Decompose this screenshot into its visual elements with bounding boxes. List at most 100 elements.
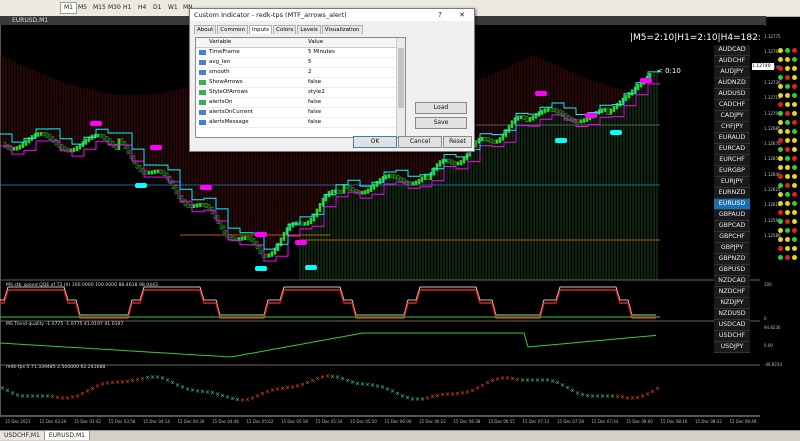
tab-about[interactable]: About: [194, 25, 217, 34]
cyan-signal-marker: [610, 130, 622, 135]
chart-tab[interactable]: USDCHF,M1: [0, 431, 45, 440]
trend-quality-line: [0, 332, 657, 358]
signal-dot: [778, 165, 783, 170]
tab-levels[interactable]: Levels: [297, 25, 321, 34]
input-row[interactable]: alertsMessage false: [196, 118, 405, 128]
signal-dot: [778, 147, 783, 152]
variable-name: TimeFrame: [209, 49, 240, 55]
symbol-gbpchf[interactable]: GBPCHF: [714, 232, 750, 243]
symbol-audjpy[interactable]: AUDJPY: [714, 67, 750, 78]
signal-dot: [785, 255, 790, 260]
timeframe-h1[interactable]: H1: [120, 2, 134, 14]
time-tick: 15 Dec 03:58: [108, 419, 136, 424]
signal-dot: [778, 246, 783, 251]
symbol-gbpnzd[interactable]: GBPNZD: [714, 254, 750, 265]
signal-dot: [785, 219, 790, 224]
timeframe-w1[interactable]: W1: [165, 2, 181, 14]
symbol-eurjpy[interactable]: EURJPY: [714, 177, 750, 188]
symbol-usdjpy[interactable]: USDJPY: [714, 342, 750, 353]
time-tick: 15 Dec 04:46: [212, 419, 239, 424]
variable-value[interactable]: false: [308, 108, 321, 117]
input-row[interactable]: alertsOn false: [196, 98, 405, 108]
symbol-audusd[interactable]: AUDUSD: [714, 89, 750, 100]
signal-dot: [778, 255, 783, 260]
symbol-nzdchf[interactable]: NZDCHF: [714, 287, 750, 298]
signal-dot: [778, 111, 783, 116]
parameter-type-icon: [199, 80, 206, 85]
variable-value[interactable]: 5 Minutes: [308, 48, 335, 57]
symbol-nzdusd[interactable]: NZDUSD: [714, 309, 750, 320]
time-tick: 15 Dec 04:30: [177, 419, 205, 424]
ok-button[interactable]: OK: [353, 136, 397, 148]
signal-dot: [778, 84, 783, 89]
signal-dot: [778, 192, 783, 197]
qqe-line: [0, 286, 656, 316]
symbol-gbpusd[interactable]: GBPUSD: [714, 265, 750, 276]
variable-value[interactable]: 5: [308, 58, 312, 67]
symbol-chfjpy[interactable]: CHFJPY: [714, 122, 750, 133]
input-row[interactable]: ShowArrows false: [196, 78, 405, 88]
symbol-eurgbp[interactable]: EURGBP: [714, 166, 750, 177]
parameter-type-icon: [199, 120, 206, 125]
close-button[interactable]: ✕: [456, 10, 468, 20]
magenta-signal-marker: [90, 121, 102, 126]
signal-dot: [785, 228, 790, 233]
current-price-label: 1.12740: [752, 63, 774, 70]
chart-tab[interactable]: EURUSD,M1: [44, 431, 90, 440]
grid-scrollbar[interactable]: [396, 38, 405, 137]
symbol-eurcad[interactable]: EURCAD: [714, 144, 750, 155]
redk-tps-oscillator: × × × × × × × × × × × × × × × × × × × × × × × × × × × × × × × × × × × × × × × ×…: [0, 373, 660, 404]
timeframe-h4[interactable]: H4: [135, 2, 149, 14]
variable-value[interactable]: false: [308, 98, 321, 107]
load-button[interactable]: Load: [415, 102, 467, 114]
help-button[interactable]: ?: [434, 10, 446, 20]
signal-dot: [785, 210, 790, 215]
input-row[interactable]: StyleOfArrows style2: [196, 88, 405, 98]
symbol-cadjpy[interactable]: CADJPY: [714, 111, 750, 122]
signal-dot: [778, 120, 783, 125]
input-row[interactable]: smooth 2: [196, 68, 405, 78]
symbol-audcad[interactable]: AUDCAD: [714, 45, 750, 56]
subwindow-scale-tick: 94.8236: [764, 325, 781, 330]
tab-inputs[interactable]: Inputs: [249, 25, 273, 34]
input-row[interactable]: TimeFrame 5 Minutes: [196, 48, 405, 58]
symbol-nzdjpy[interactable]: NZDJPY: [714, 298, 750, 309]
cancel-button[interactable]: Cancel: [398, 136, 442, 148]
signal-dot: [778, 237, 783, 242]
subwindow-scale-tick: -46.8234: [764, 362, 782, 367]
variable-value[interactable]: false: [308, 118, 321, 127]
symbol-eurchf[interactable]: EURCHF: [714, 155, 750, 166]
save-button[interactable]: Save: [415, 117, 467, 129]
cyan-signal-marker: [135, 183, 147, 188]
variable-value[interactable]: false: [308, 78, 321, 87]
symbol-usdcad[interactable]: USDCAD: [714, 320, 750, 331]
symbol-nzdcad[interactable]: NZDCAD: [714, 276, 750, 287]
symbol-audchf[interactable]: AUDCHF: [714, 56, 750, 67]
symbol-audnzd[interactable]: AUDNZD: [714, 78, 750, 89]
timeframe-d1[interactable]: D1: [150, 2, 164, 14]
input-row[interactable]: alertsOnCurrent false: [196, 108, 405, 118]
symbol-eurusd[interactable]: EURUSD: [714, 199, 750, 210]
symbol-gbpaud[interactable]: GBPAUD: [714, 210, 750, 221]
tab-visualization[interactable]: Visualization: [321, 25, 363, 34]
signal-dot: [792, 246, 797, 251]
timeframe-m5[interactable]: M5: [75, 2, 90, 14]
symbol-gbpjpy[interactable]: GBPJPY: [714, 243, 750, 254]
time-axis: 15 Dec 2021 15 Dec 03:26 15 Dec 03:42 15 De…: [0, 416, 760, 430]
variable-name: alertsMessage: [209, 119, 249, 125]
variable-value[interactable]: style2: [308, 88, 325, 97]
reset-button[interactable]: Reset: [443, 136, 472, 148]
signal-dot: [785, 183, 790, 188]
symbol-cadchf[interactable]: CADCHF: [714, 100, 750, 111]
symbol-usdchf[interactable]: USDCHF: [714, 331, 750, 342]
tab-common[interactable]: Common: [217, 25, 249, 34]
scrollbar-thumb[interactable]: [398, 48, 404, 108]
symbol-eurnzd[interactable]: EURNZD: [714, 188, 750, 199]
signal-dot: [785, 237, 790, 242]
variable-value[interactable]: 2: [308, 68, 312, 77]
symbol-gbpcad[interactable]: GBPCAD: [714, 221, 750, 232]
time-tick: 15 Dec 05:50: [350, 419, 377, 424]
symbol-euraud[interactable]: EURAUD: [714, 133, 750, 144]
input-row[interactable]: avg_len 5: [196, 58, 405, 68]
tab-colors[interactable]: Colors: [273, 25, 297, 34]
